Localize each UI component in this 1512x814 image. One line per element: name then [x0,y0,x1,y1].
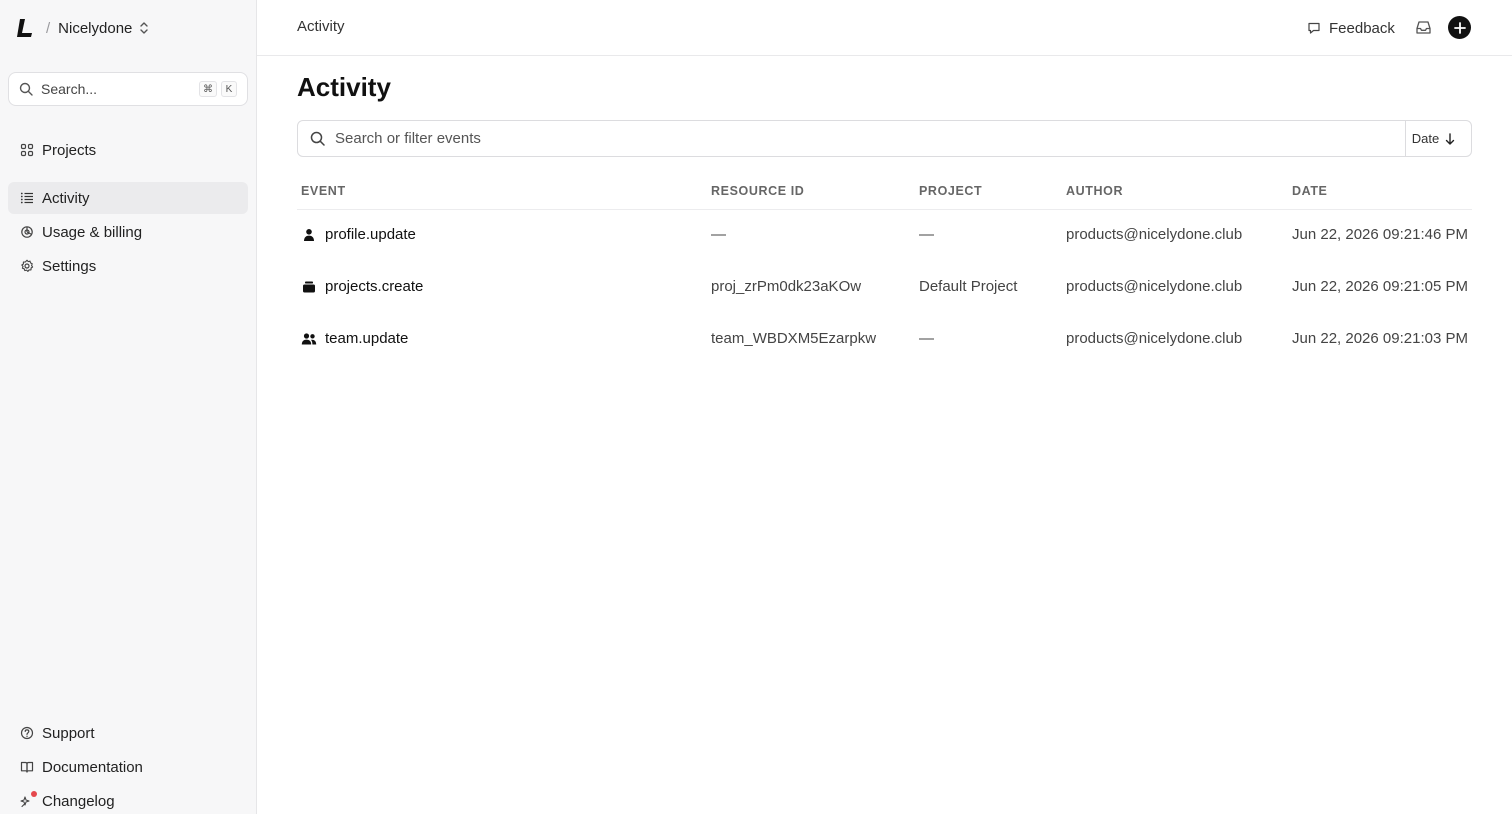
author-cell: products@nicelydone.club [1066,330,1243,347]
column-header-date[interactable]: DATE [1292,184,1328,198]
sidebar-item-support[interactable]: Support [8,717,248,749]
column-header-project[interactable]: PROJECT [919,184,982,198]
author-cell: products@nicelydone.club [1066,278,1243,295]
column-header-resource-id[interactable]: RESOURCE ID [711,184,804,198]
sort-date-button[interactable]: Date [1405,121,1471,156]
gear-icon [21,259,34,272]
event-cell: team.update [301,330,408,347]
arrow-down-icon [1446,132,1455,145]
event-name: projects.create [325,278,424,295]
create-button[interactable] [1448,16,1471,39]
project-cell: — [919,330,934,347]
list-icon [20,192,33,204]
sidebar-search[interactable]: Search... ⌘ K [8,72,248,106]
date-cell: Jun 22, 2026 09:21:05 PM [1292,278,1468,295]
breadcrumb-separator: / [46,19,51,37]
sidebar-item-label: Settings [42,257,97,275]
page-title: Activity [297,72,391,102]
shortcut-key: K [221,81,237,97]
team-icon [301,331,317,347]
sidebar-item-label: Support [42,724,95,742]
chevron-updown-icon [140,22,149,34]
sort-label: Date [1411,131,1440,146]
project-cell: — [919,226,934,243]
help-icon [20,726,34,740]
sidebar-item-usage-billing[interactable]: Usage & billing [8,216,248,248]
topbar: Activity Feedback [257,0,1512,56]
sidebar-item-settings[interactable]: Settings [8,250,248,282]
feedback-label: Feedback [1329,19,1395,37]
column-header-event[interactable]: EVENT [301,184,346,198]
table-row[interactable]: profile.update — — products@nicelydone.c… [297,210,1472,262]
event-name: profile.update [325,226,416,243]
inbox-icon[interactable] [1415,19,1432,36]
sidebar-item-activity[interactable]: Activity [8,182,248,214]
search-icon [310,131,325,146]
event-name: team.update [325,330,409,347]
event-cell: profile.update [301,226,416,243]
column-header-author[interactable]: AUTHOR [1066,184,1123,198]
event-filter[interactable]: Search or filter events Date [297,120,1472,157]
date-cell: Jun 22, 2026 09:21:03 PM [1292,330,1468,347]
sidebar-item-projects[interactable]: Projects [8,134,248,166]
table-row[interactable]: team.update team_WBDXM5Ezarpkw — product… [297,314,1472,366]
sidebar-search-placeholder: Search... [41,81,98,97]
table-header: EVENT RESOURCE ID PROJECT AUTHOR DATE [297,176,1472,210]
org-name: Nicelydone [58,19,133,37]
sidebar-item-label: Projects [42,141,97,159]
sidebar-item-label: Changelog [42,792,115,810]
chat-bubble-icon [1308,22,1320,34]
folder-icon [301,279,317,295]
resource-id-cell: team_WBDXM5Ezarpkw [711,330,877,347]
resource-id-cell: — [711,226,726,243]
shortcut-cmd: ⌘ [199,81,217,97]
author-cell: products@nicelydone.club [1066,226,1243,243]
sidebar: / Nicelydone Search... ⌘ K Projects Acti… [0,0,257,814]
sparkle-icon [20,791,37,808]
event-cell: projects.create [301,278,423,295]
usage-icon [21,226,33,238]
project-cell: Default Project [919,278,1018,295]
date-cell: Jun 22, 2026 09:21:46 PM [1292,226,1468,243]
sidebar-item-label: Documentation [42,758,143,776]
sidebar-item-documentation[interactable]: Documentation [8,751,248,783]
feedback-button[interactable]: Feedback [1307,16,1395,40]
sidebar-item-label: Usage & billing [42,223,143,241]
search-icon [19,82,33,96]
logo-icon [17,19,32,37]
event-filter-input[interactable]: Search or filter events [335,130,1405,147]
org-switcher[interactable]: / Nicelydone [16,16,149,40]
resource-id-cell: proj_zrPm0dk23aKOw [711,278,862,295]
sidebar-item-changelog[interactable]: Changelog [8,785,248,814]
sidebar-item-label: Activity [42,189,90,207]
breadcrumb: Activity [297,18,345,35]
grid-icon [20,143,34,157]
user-icon [301,227,317,243]
book-icon [20,761,34,773]
notification-dot [31,791,37,797]
table-row[interactable]: projects.create proj_zrPm0dk23aKOw Defau… [297,262,1472,314]
plus-icon [1453,21,1466,34]
